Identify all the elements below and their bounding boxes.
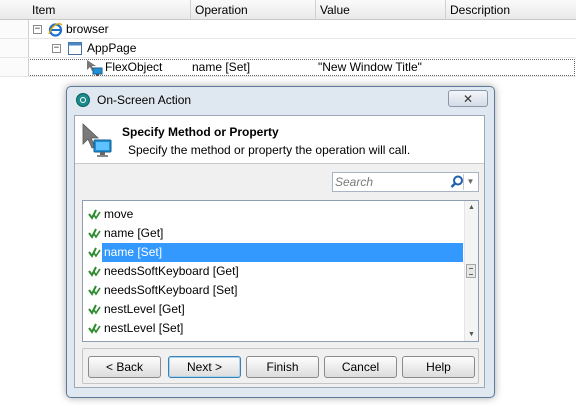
row-header: [0, 20, 29, 38]
method-icon: [88, 266, 101, 277]
app-icon: [76, 93, 90, 107]
dialog-titlebar[interactable]: On-Screen Action ✕: [67, 87, 494, 113]
pointer-screen-icon: [82, 123, 112, 157]
method-label: name [Get]: [104, 226, 164, 240]
on-screen-action-dialog: On-Screen Action ✕ Specify Method or Pro…: [66, 86, 495, 398]
grid-row-flexobject[interactable]: FlexObject name [Set] "New Window Title": [0, 58, 576, 77]
column-header-operation[interactable]: Operation: [191, 0, 316, 20]
operation-cell[interactable]: name [Set]: [192, 58, 250, 77]
method-icon: [88, 304, 101, 315]
scroll-down-icon[interactable]: ▼: [465, 328, 478, 341]
method-icon: [88, 323, 101, 334]
method-list-item[interactable]: name [Get]: [83, 224, 466, 243]
close-button[interactable]: ✕: [448, 90, 488, 107]
column-header-value[interactable]: Value: [316, 0, 446, 20]
ie-browser-icon: [48, 23, 63, 37]
flex-object-icon: [87, 60, 103, 76]
method-list-item[interactable]: needsSoftKeyboard [Set]: [83, 281, 466, 300]
method-label: needsSoftKeyboard [Get]: [104, 264, 239, 278]
method-label: needsSoftKeyboard [Set]: [104, 283, 238, 297]
method-list-item[interactable]: nestLevel [Get]: [83, 300, 466, 319]
column-header-description[interactable]: Description: [446, 0, 576, 20]
method-label: nestLevel [Get]: [104, 302, 185, 316]
scroll-up-icon[interactable]: ▲: [465, 201, 478, 214]
cancel-button[interactable]: Cancel: [324, 356, 397, 378]
method-list-item[interactable]: move: [83, 205, 466, 224]
method-label: nestLevel [Set]: [104, 321, 184, 335]
column-header-item[interactable]: Item: [0, 0, 191, 20]
chevron-down-icon[interactable]: ▼: [463, 174, 477, 190]
window-icon: [68, 42, 82, 55]
method-icon: [88, 247, 101, 258]
method-list-item[interactable]: name [Set]: [83, 243, 466, 262]
wizard-banner: Specify Method or Property Specify the m…: [75, 116, 484, 164]
row-header: [0, 39, 29, 57]
row-header: [0, 58, 29, 76]
grid-row-apppage[interactable]: − AppPage: [0, 39, 576, 58]
search-box: ▼: [332, 172, 479, 192]
tree-node-label: AppPage: [87, 41, 137, 55]
button-bar: < Back Next > Finish Cancel Help: [82, 348, 479, 384]
help-button[interactable]: Help: [402, 356, 475, 378]
method-list-item[interactable]: needsSoftKeyboard [Get]: [83, 262, 466, 281]
collapse-icon[interactable]: −: [52, 44, 61, 53]
method-icon: [88, 228, 101, 239]
collapse-icon[interactable]: −: [33, 25, 42, 34]
method-label: name [Set]: [102, 243, 463, 262]
grid-header: Item Operation Value Description: [0, 0, 576, 20]
wizard-subheading: Specify the method or property the opera…: [128, 143, 411, 157]
wizard-heading: Specify Method or Property: [122, 125, 279, 139]
dialog-title: On-Screen Action: [97, 93, 192, 107]
search-input[interactable]: [335, 174, 445, 190]
finish-button[interactable]: Finish: [246, 356, 319, 378]
method-list[interactable]: move name [Get] name [Set] needsSoftKeyboar…: [82, 200, 479, 342]
search-icon[interactable]: [450, 175, 464, 189]
grid-row-browser[interactable]: − browser: [0, 20, 576, 39]
method-label: move: [104, 207, 134, 221]
tree-node-label: FlexObject: [105, 60, 163, 74]
next-button[interactable]: Next >: [168, 356, 241, 378]
method-list-item[interactable]: nestLevel [Set]: [83, 319, 466, 338]
method-icon: [88, 209, 101, 220]
value-cell[interactable]: "New Window Title": [318, 58, 422, 77]
dialog-client: Specify Method or Property Specify the m…: [74, 115, 485, 388]
scroll-thumb[interactable]: [466, 264, 476, 278]
tree-node-label: browser: [66, 22, 109, 36]
back-button[interactable]: < Back: [88, 356, 161, 378]
vertical-scrollbar[interactable]: ▲ ▼: [464, 201, 478, 341]
method-icon: [88, 285, 101, 296]
